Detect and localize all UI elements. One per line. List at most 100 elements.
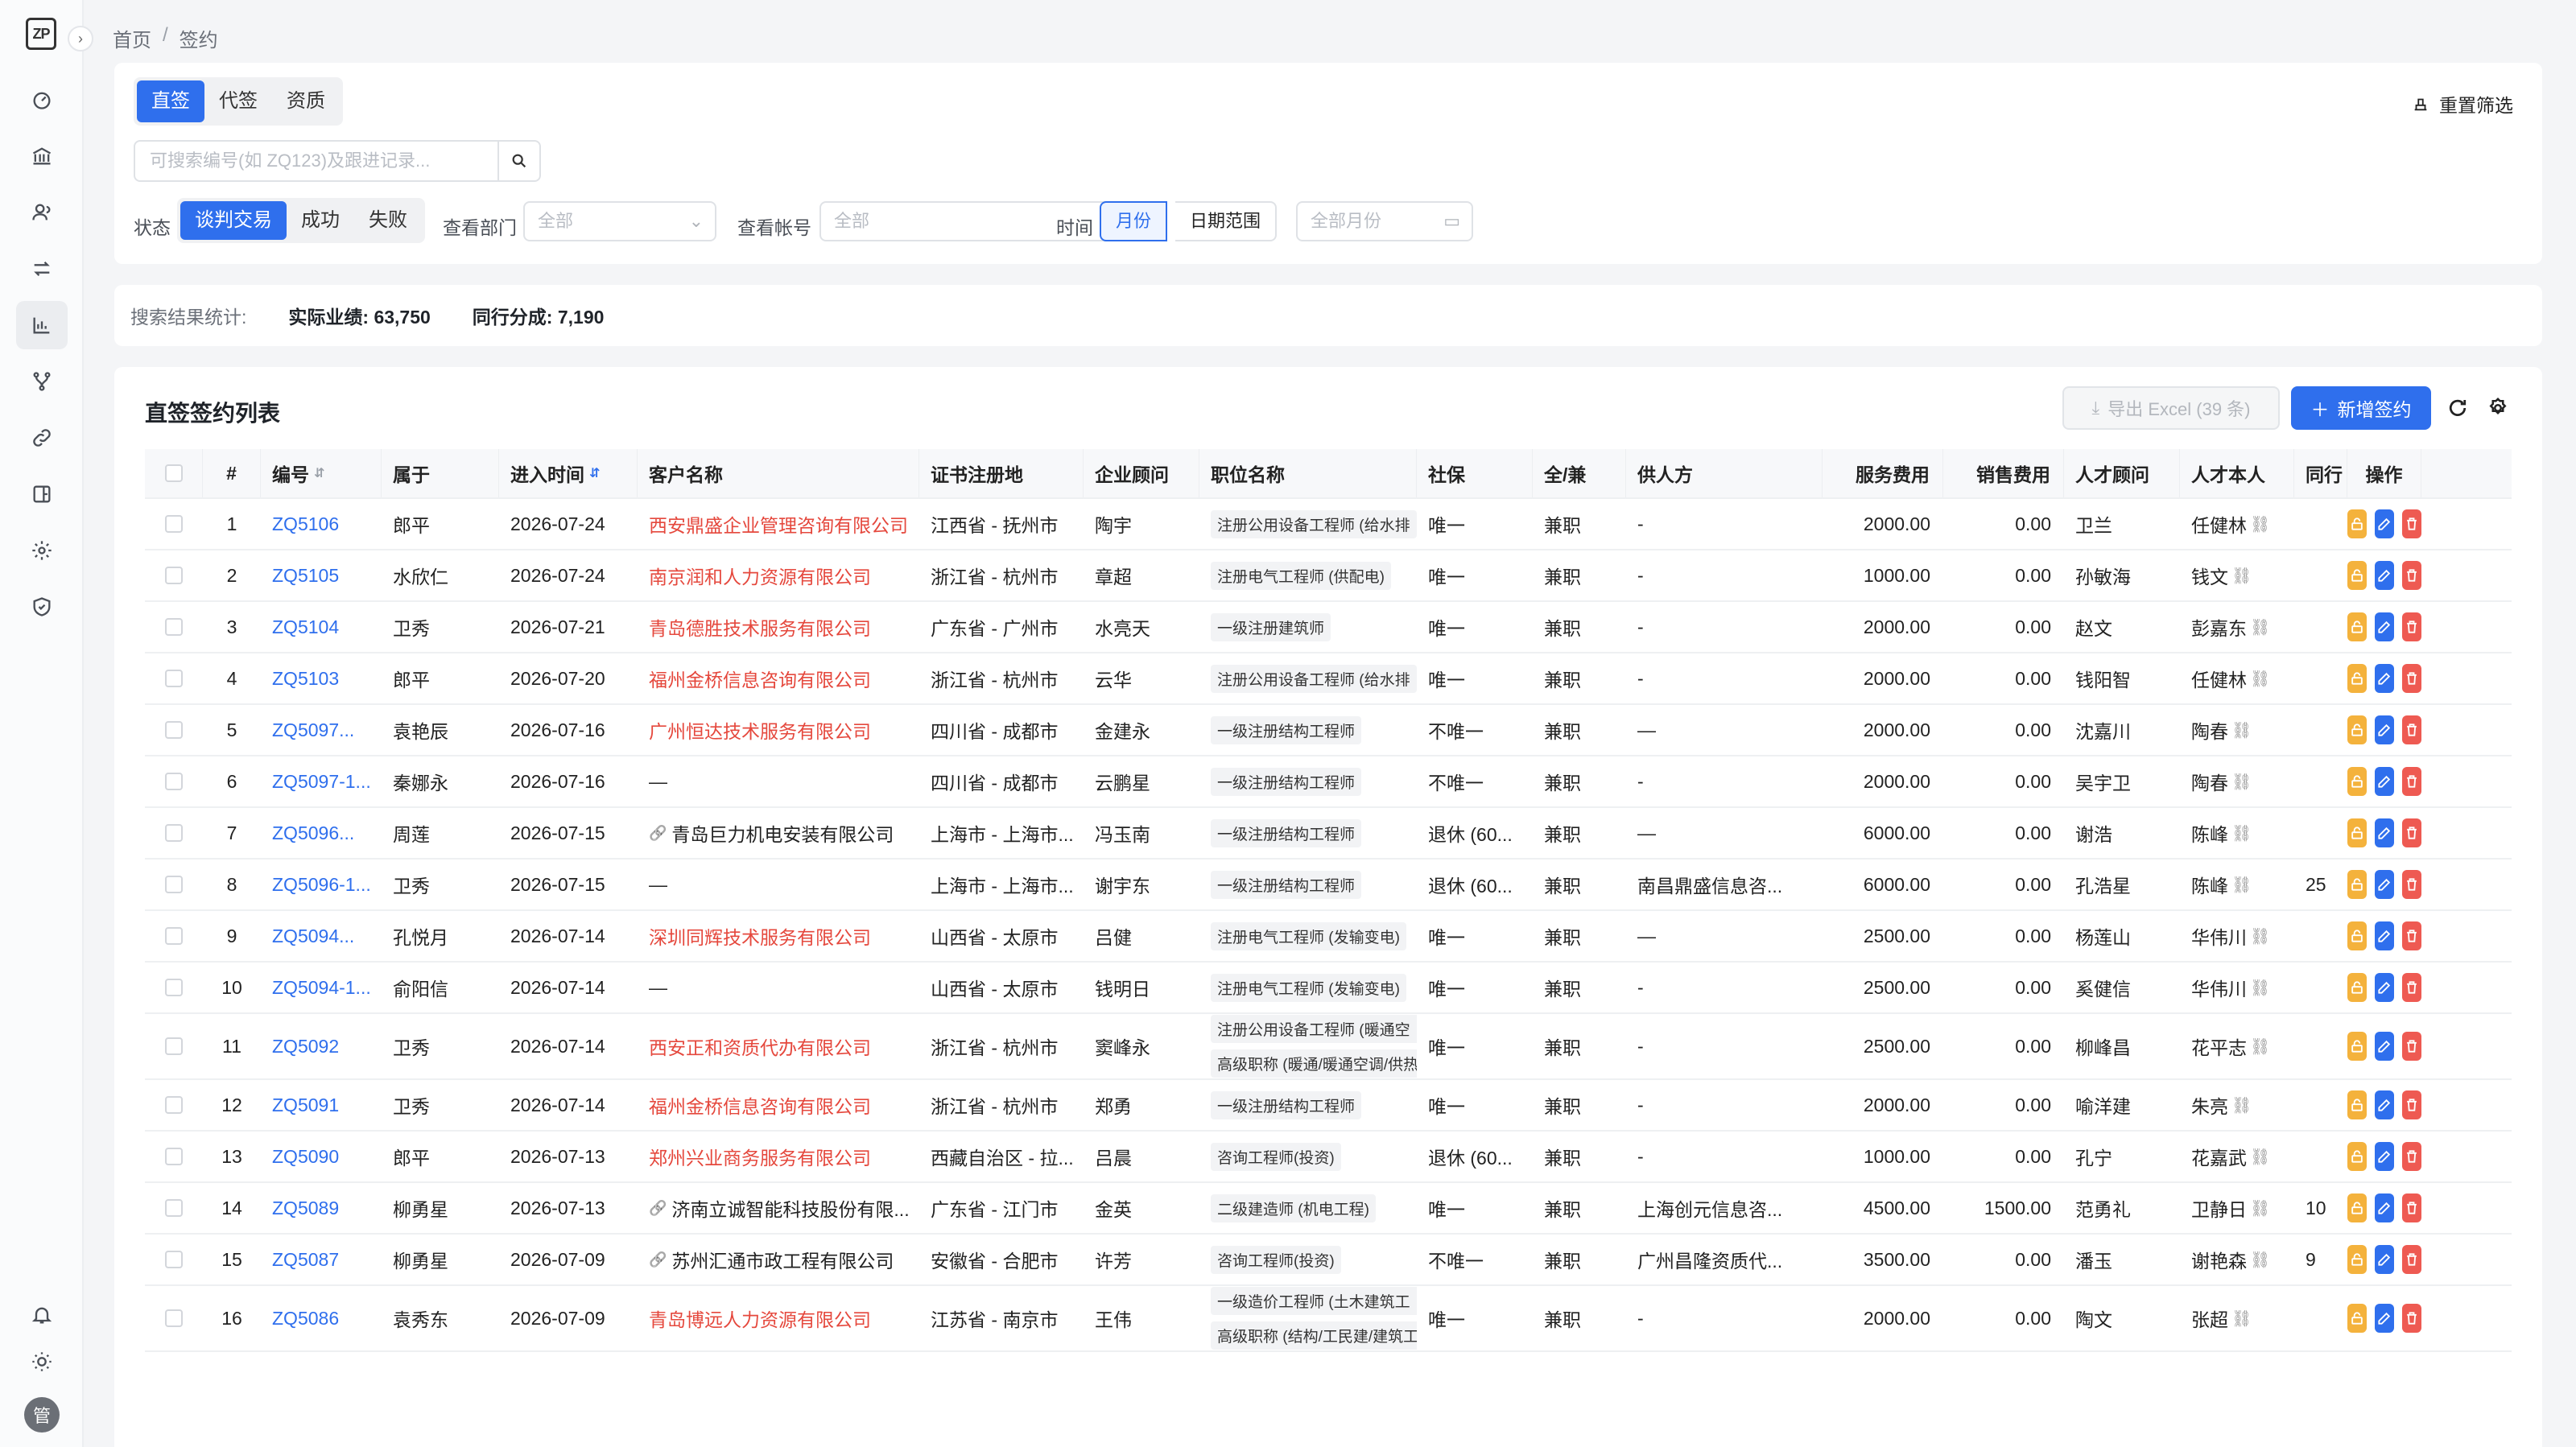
delete-button[interactable]: [2402, 1090, 2421, 1119]
link-icon[interactable]: ⛓: [2231, 1309, 2252, 1329]
cell-id-text[interactable]: ZQ5089: [272, 1198, 339, 1219]
department-select[interactable]: 全部 ⌄: [523, 201, 716, 241]
edit-button[interactable]: [2375, 870, 2394, 899]
cell-client[interactable]: 🔗 苏州汇通市政工程有限公司: [638, 1235, 919, 1284]
status-success[interactable]: 成功: [287, 201, 354, 240]
status-negotiating[interactable]: 谈判交易: [180, 201, 287, 240]
edit-button[interactable]: [2375, 1090, 2394, 1119]
cell-id-text[interactable]: ZQ5094-1...: [272, 977, 371, 999]
search-input[interactable]: 可搜索编号(如 ZQ123)及跟进记录...: [134, 140, 499, 182]
lock-button[interactable]: [2347, 509, 2367, 538]
client-name[interactable]: 西安鼎盛企业管理咨询有限公司: [649, 510, 908, 538]
cell-client[interactable]: 青岛博远人力资源有限公司: [638, 1286, 919, 1350]
delete-button[interactable]: [2402, 921, 2421, 950]
row-select-cell[interactable]: [145, 653, 203, 703]
lock-button[interactable]: [2347, 921, 2367, 950]
client-name[interactable]: 苏州汇通市政工程有限公司: [671, 1246, 894, 1273]
cell-talent[interactable]: 陶春 ⛓: [2180, 705, 2294, 755]
cell-id-text[interactable]: ZQ5092: [272, 1036, 339, 1057]
edit-button[interactable]: [2375, 921, 2394, 950]
cell-id-text[interactable]: ZQ5097...: [272, 719, 354, 741]
delete-button[interactable]: [2402, 973, 2421, 1002]
cell-id[interactable]: ZQ5106: [261, 499, 382, 549]
delete-button[interactable]: [2402, 1245, 2421, 1274]
row-checkbox[interactable]: [165, 1096, 183, 1114]
lock-button[interactable]: [2347, 1032, 2367, 1061]
row-select-cell[interactable]: [145, 1183, 203, 1233]
cell-id-text[interactable]: ZQ5105: [272, 565, 339, 587]
row-select-cell[interactable]: [145, 1286, 203, 1350]
tab-proxy[interactable]: 代签: [204, 80, 272, 122]
row-checkbox[interactable]: [165, 721, 183, 739]
breadcrumb-home[interactable]: 首页: [113, 24, 151, 52]
delete-button[interactable]: [2402, 870, 2421, 899]
link-icon[interactable]: ⛓: [2250, 1250, 2270, 1270]
cell-client[interactable]: 广州恒达技术服务有限公司: [638, 705, 919, 755]
sun-icon[interactable]: [16, 1338, 68, 1386]
transfer-icon[interactable]: [16, 245, 68, 293]
row-select-cell[interactable]: [145, 911, 203, 961]
sort-icon[interactable]: ⇵: [314, 465, 324, 481]
cell-id[interactable]: ZQ5096-1...: [261, 860, 382, 909]
lock-button[interactable]: [2347, 870, 2367, 899]
ledger-icon[interactable]: [16, 470, 68, 518]
gear-icon[interactable]: [2486, 396, 2510, 420]
header-select-all[interactable]: [145, 449, 203, 497]
row-select-cell[interactable]: [145, 550, 203, 600]
row-select-cell[interactable]: [145, 1080, 203, 1130]
client-name[interactable]: 福州金桥信息咨询有限公司: [649, 665, 871, 692]
cell-client[interactable]: 深圳同辉技术服务有限公司: [638, 911, 919, 961]
row-checkbox[interactable]: [165, 824, 183, 842]
link-icon[interactable]: ⛓: [2231, 720, 2252, 740]
client-name[interactable]: 西安正和资质代办有限公司: [649, 1033, 871, 1060]
cell-talent[interactable]: 陶春 ⛓: [2180, 756, 2294, 806]
cell-id[interactable]: ZQ5091: [261, 1080, 382, 1130]
delete-button[interactable]: [2402, 612, 2421, 641]
cell-talent[interactable]: 陈峰 ⛓: [2180, 808, 2294, 858]
tab-qualification[interactable]: 资质: [272, 80, 340, 122]
chart-icon[interactable]: [16, 301, 68, 349]
edit-button[interactable]: [2375, 818, 2394, 847]
users-icon[interactable]: [16, 188, 68, 237]
edit-button[interactable]: [2375, 612, 2394, 641]
row-checkbox[interactable]: [165, 670, 183, 687]
cell-talent[interactable]: 花嘉武 ⛓: [2180, 1132, 2294, 1181]
cell-talent[interactable]: 钱文 ⛓: [2180, 550, 2294, 600]
cell-client[interactable]: —: [638, 860, 919, 909]
lock-button[interactable]: [2347, 561, 2367, 590]
column-header[interactable]: 进入时间 ⇵: [499, 449, 638, 497]
app-logo[interactable]: ZP: [26, 18, 56, 50]
row-select-cell[interactable]: [145, 602, 203, 652]
lock-button[interactable]: [2347, 612, 2367, 641]
edit-button[interactable]: [2375, 715, 2394, 744]
row-checkbox[interactable]: [165, 927, 183, 945]
edit-button[interactable]: [2375, 1142, 2394, 1171]
cell-id[interactable]: ZQ5105: [261, 550, 382, 600]
row-checkbox[interactable]: [165, 1148, 183, 1165]
link-icon[interactable]: ⛓: [2250, 617, 2270, 637]
row-checkbox[interactable]: [165, 1199, 183, 1217]
row-checkbox[interactable]: [165, 618, 183, 636]
cell-id[interactable]: ZQ5086: [261, 1286, 382, 1350]
cell-id-text[interactable]: ZQ5097-1...: [272, 771, 371, 793]
lock-button[interactable]: [2347, 1193, 2367, 1222]
cell-id[interactable]: ZQ5090: [261, 1132, 382, 1181]
delete-button[interactable]: [2402, 509, 2421, 538]
link-icon[interactable]: ⛓: [2231, 566, 2252, 586]
link-icon[interactable]: ⛓: [2250, 1037, 2270, 1057]
cell-id[interactable]: ZQ5096...: [261, 808, 382, 858]
link-icon[interactable]: ⛓: [2250, 669, 2270, 689]
cell-talent[interactable]: 朱亮 ⛓: [2180, 1080, 2294, 1130]
row-checkbox[interactable]: [165, 876, 183, 893]
cell-id-text[interactable]: ZQ5091: [272, 1095, 339, 1116]
reset-filter-button[interactable]: 重置筛选: [2412, 90, 2513, 117]
lock-button[interactable]: [2347, 973, 2367, 1002]
lock-button[interactable]: [2347, 715, 2367, 744]
edit-button[interactable]: [2375, 1304, 2394, 1333]
client-name[interactable]: 青岛德胜技术服务有限公司: [649, 613, 871, 641]
client-name[interactable]: 福州金桥信息咨询有限公司: [649, 1091, 871, 1119]
select-all-checkbox[interactable]: [164, 464, 183, 482]
collapse-sidebar-button[interactable]: ›: [68, 26, 93, 52]
cell-talent[interactable]: 谢艳森 ⛓: [2180, 1235, 2294, 1284]
cell-client[interactable]: 福州金桥信息咨询有限公司: [638, 653, 919, 703]
